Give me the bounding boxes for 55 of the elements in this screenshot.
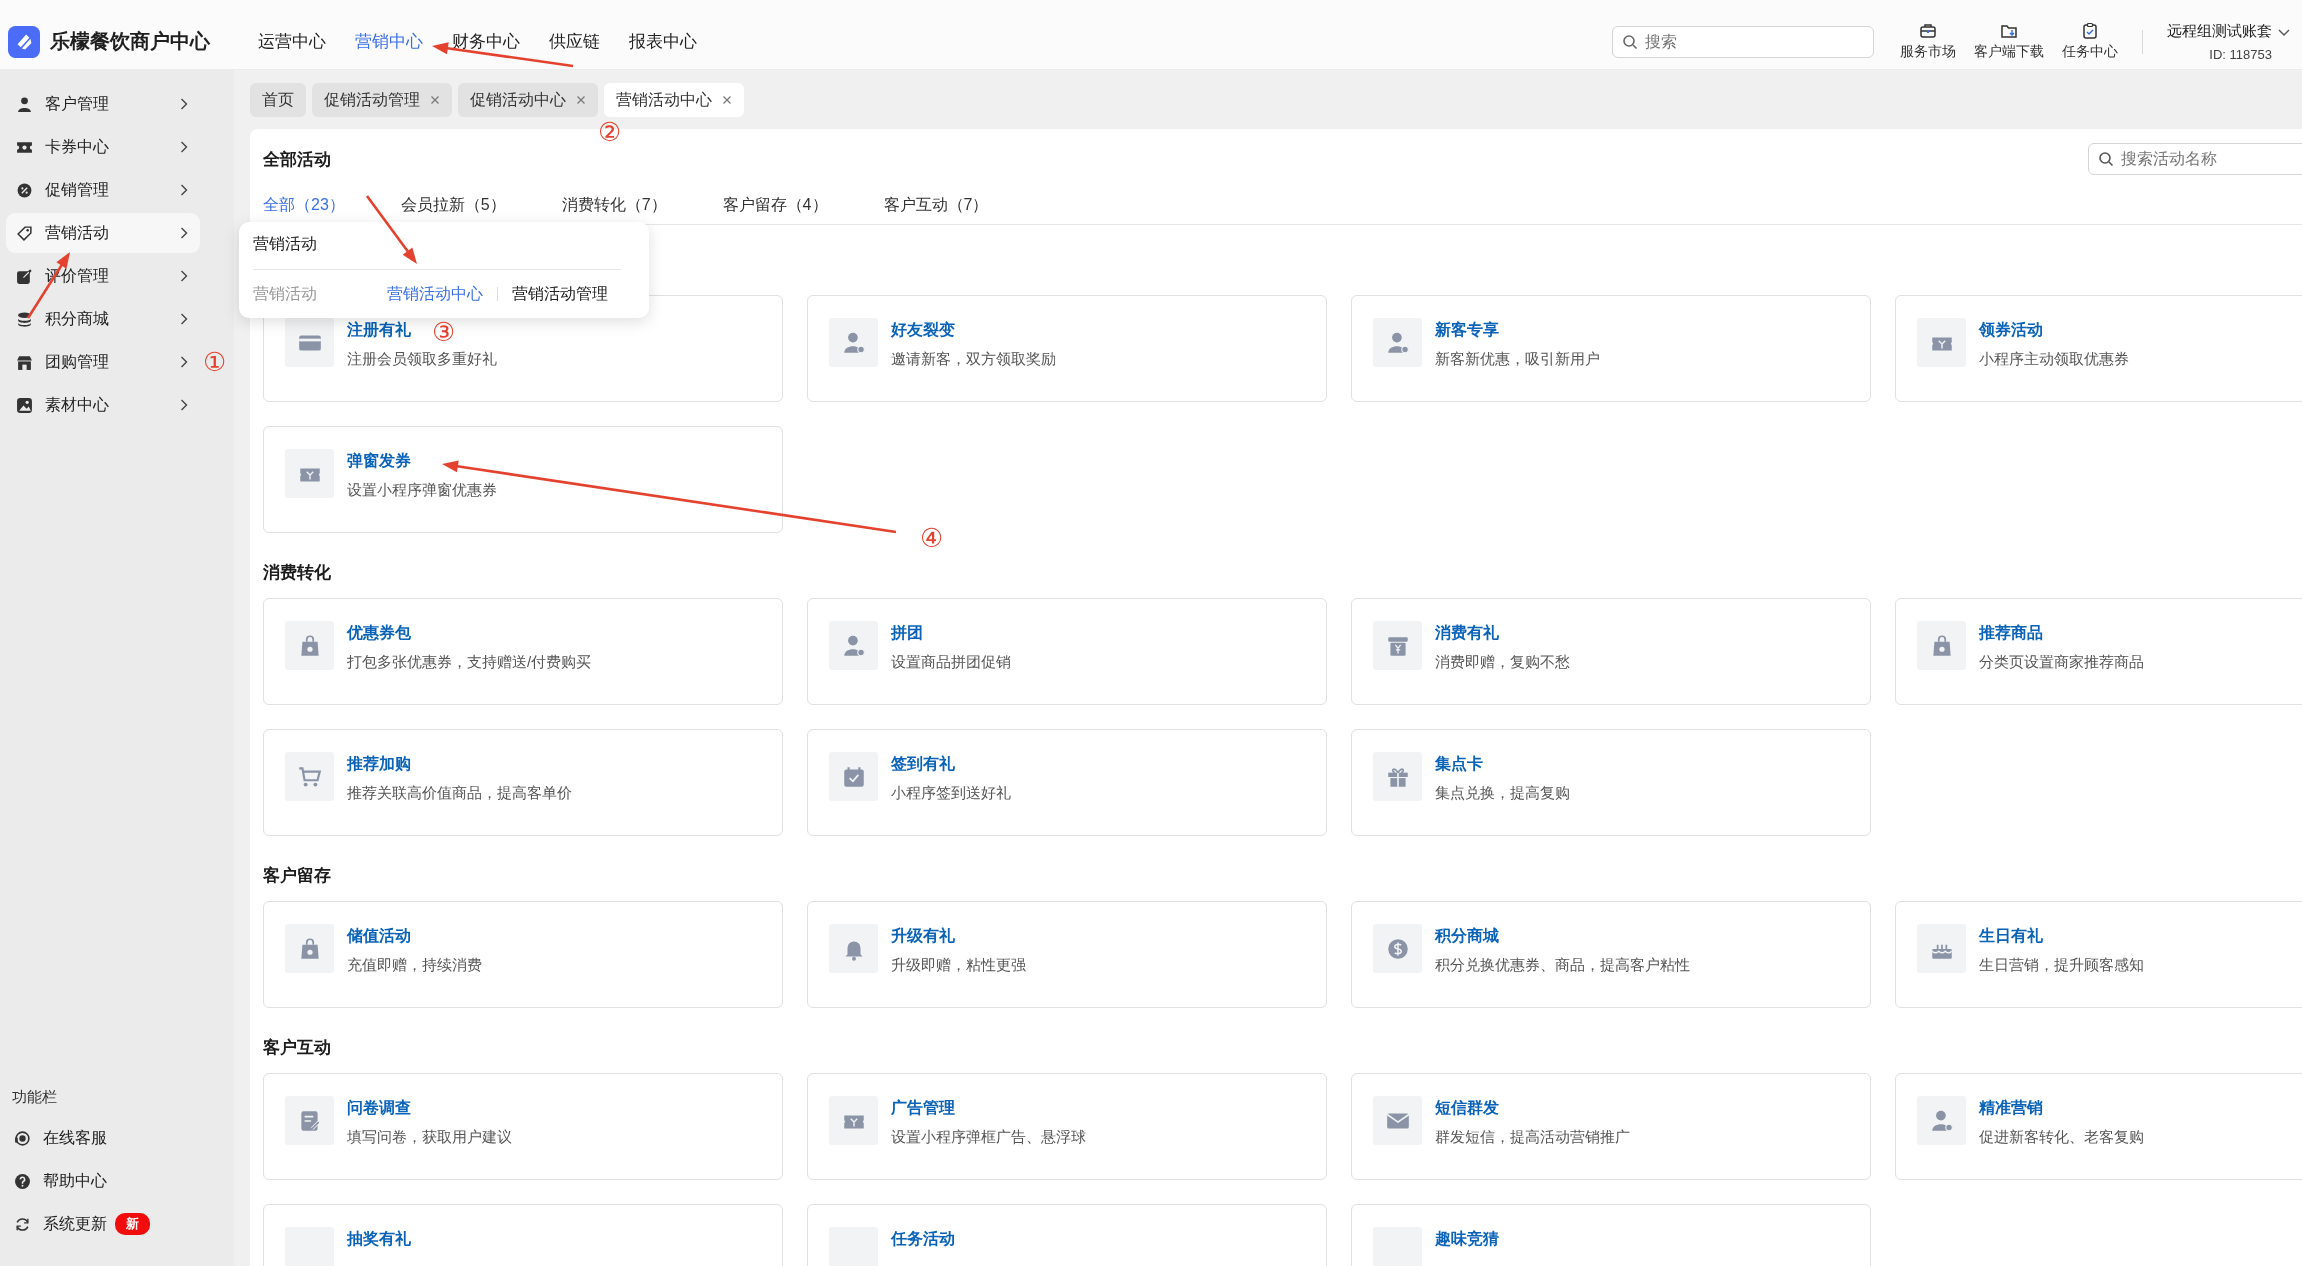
card-description: 促进新客转化、老客复购 [1979,1128,2144,1147]
card-description: 注册会员领取多重好礼 [347,350,497,369]
app-title: 乐檬餐饮商户中心 [50,29,210,54]
new-badge: 新 [115,1213,150,1235]
card-title: 弹窗发券 [347,451,411,471]
card-title: 趣味竞猜 [1435,1229,1499,1249]
card-description: 消费即赠，复购不愁 [1435,653,1570,672]
card-title: 优惠券包 [347,623,411,643]
card-description: 分类页设置商家推荐商品 [1979,653,2144,672]
card-description: 填写问卷，获取用户建议 [347,1128,512,1147]
card-description: 推荐关联高价值商品，提高客单价 [347,784,572,803]
card-description: 新客新优惠，吸引新用户 [1435,350,1600,369]
card-description: 集点兑换，提高复购 [1435,784,1570,803]
section-heading: 功能栏 [11,1088,58,1107]
card-title: 领券活动 [1979,320,2043,340]
card-title: 储值活动 [347,926,411,946]
card-description: 充值即赠，持续消费 [347,956,482,975]
card-title: 拼团 [891,623,923,643]
card-title: 抽奖有礼 [347,1229,411,1249]
step-number: ② [598,118,622,146]
section-heading: 客户互动 [263,1037,331,1059]
card-title: 注册有礼 [347,320,411,340]
card-title: 消费有礼 [1435,623,1499,643]
section-heading: 客户留存 [263,865,331,887]
card-title: 升级有礼 [891,926,955,946]
card-description: 邀请新客，双方领取奖励 [891,350,1056,369]
card-title: 新客专享 [1435,320,1499,340]
card-title: 短信群发 [1435,1098,1499,1118]
card-title: 问卷调查 [347,1098,411,1118]
card-title: 签到有礼 [891,754,955,774]
card-title: 推荐商品 [1979,623,2043,643]
panel-title: 全部活动 [263,148,331,171]
card-title: 任务活动 [891,1229,955,1249]
card-description: 打包多张优惠券，支持赠送/付费购买 [347,653,592,672]
section-heading: 消费转化 [263,562,331,584]
card-title: 精准营销 [1979,1098,2043,1118]
card-description: 升级即赠，粘性更强 [891,956,1026,975]
card-title: 生日有礼 [1979,926,2043,946]
card-title: 好友裂变 [891,320,955,340]
card-description: 设置小程序弹窗优惠券 [347,481,497,500]
step-number: ③ [432,318,456,346]
card-description: 积分兑换优惠券、商品，提高客户粘性 [1435,956,1690,975]
step-number: ① [203,348,227,376]
card-description: 设置小程序弹框广告、悬浮球 [891,1128,1086,1147]
card-description: 生日营销，提升顾客感知 [1979,956,2144,975]
card-title: 集点卡 [1435,754,1483,774]
card-title: 积分商城 [1435,926,1499,946]
card-description: 设置商品拼团促销 [891,653,1011,672]
card-title: 推荐加购 [347,754,411,774]
step-number: ④ [920,524,944,552]
card-title: 广告管理 [891,1098,955,1118]
card-description: 群发短信，提高活动营销推广 [1435,1128,1630,1147]
card-description: 小程序主动领取优惠券 [1979,350,2129,369]
account-id: ID: 118753 [2209,46,2272,62]
card-description: 小程序签到送好礼 [891,784,1011,803]
